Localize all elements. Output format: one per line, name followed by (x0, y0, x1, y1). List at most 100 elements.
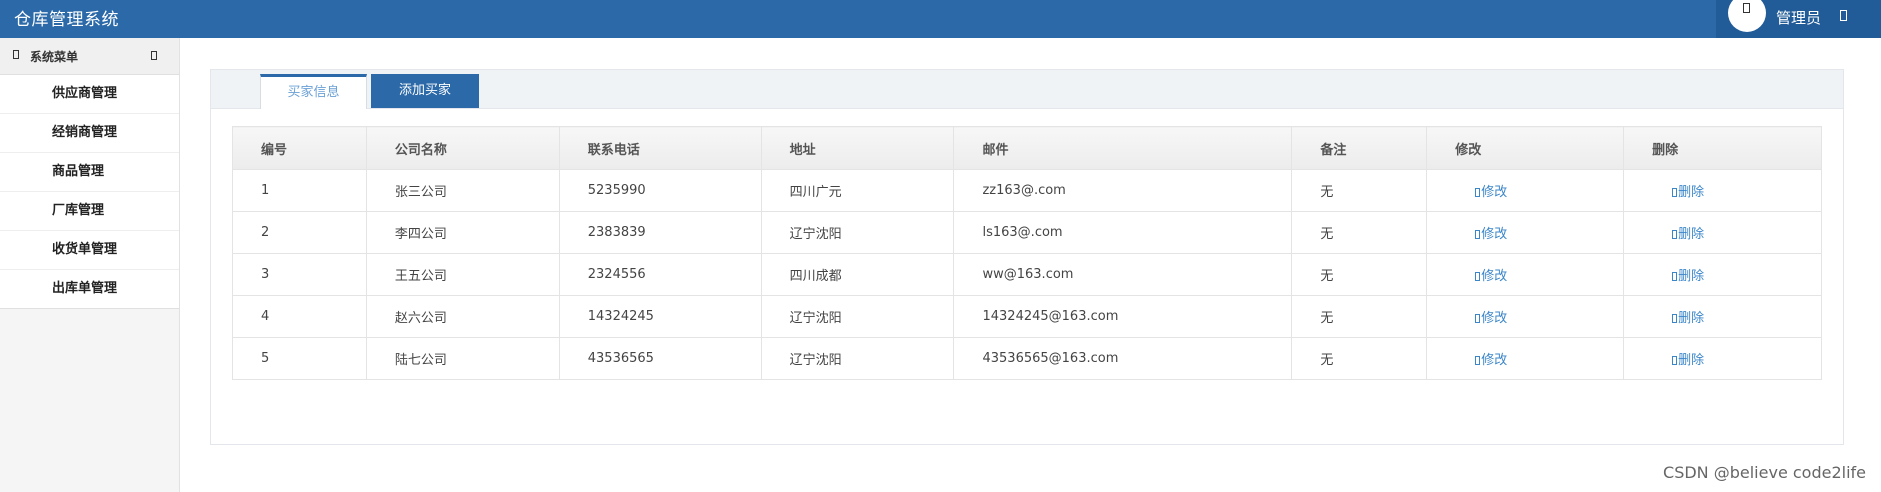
user-name[interactable]: 管理员 (1776, 7, 1821, 28)
sidebar-item-receipt[interactable]: 收货单管理 (0, 231, 179, 270)
cell-email: 43536565@163.com (953, 337, 1293, 380)
cell-company: 赵六公司 (365, 295, 560, 338)
cell-edit: 修改 (1426, 295, 1625, 338)
column-header: 备注 (1291, 126, 1428, 170)
edit-icon (1475, 356, 1481, 365)
edit-icon (1475, 188, 1481, 197)
delete-link[interactable]: 删除 (1672, 185, 1704, 200)
cell-id: 3 (232, 253, 367, 296)
tab-add-buyer[interactable]: 添加买家 (371, 74, 479, 108)
cell-phone: 43536565 (558, 337, 762, 380)
edit-icon (1475, 314, 1481, 323)
cell-note: 无 (1291, 295, 1428, 338)
cell-phone: 5235990 (558, 169, 762, 212)
edit-label: 修改 (1481, 227, 1508, 242)
edit-link[interactable]: 修改 (1475, 269, 1507, 284)
sidebar-menu: 供应商管理 经销商管理 商品管理 厂库管理 收货单管理 出库单管理 (0, 75, 179, 309)
sidebar-item-supplier[interactable]: 供应商管理 (0, 75, 179, 114)
tab-buyer-info[interactable]: 买家信息 (260, 74, 367, 109)
edit-icon (1475, 272, 1481, 281)
tab-bar: 买家信息 添加买家 (211, 70, 1843, 109)
cell-address: 辽宁沈阳 (760, 211, 955, 254)
cell-edit: 修改 (1426, 253, 1625, 296)
delete-label: 删除 (1678, 311, 1705, 326)
cell-id: 5 (232, 337, 367, 380)
table-row: 2 李四公司 2383839 辽宁沈阳 ls163@.com 无 修改 删除 (232, 211, 1822, 254)
cell-phone: 2383839 (558, 211, 762, 254)
edit-link[interactable]: 修改 (1475, 227, 1507, 242)
delete-link[interactable]: 删除 (1672, 227, 1704, 242)
cell-delete: 删除 (1623, 211, 1822, 254)
edit-link[interactable]: 修改 (1475, 353, 1507, 368)
sidebar-item-outbound[interactable]: 出库单管理 (0, 270, 179, 308)
sidebar-item-goods[interactable]: 商品管理 (0, 153, 179, 192)
cell-company: 王五公司 (365, 253, 560, 296)
avatar-icon (1743, 3, 1750, 13)
table-row: 5 陆七公司 43536565 辽宁沈阳 43536565@163.com 无 … (232, 337, 1822, 380)
table-header-row: 编号 公司名称 联系电话 地址 邮件 备注 修改 删除 (232, 126, 1822, 170)
sidebar-item-warehouse[interactable]: 厂库管理 (0, 192, 179, 231)
cell-edit: 修改 (1426, 169, 1625, 212)
column-header: 公司名称 (365, 126, 560, 170)
column-header: 删除 (1623, 126, 1822, 170)
delete-icon (1672, 188, 1678, 197)
cell-edit: 修改 (1426, 337, 1625, 380)
cell-email: ls163@.com (953, 211, 1293, 254)
cell-address: 辽宁沈阳 (760, 337, 955, 380)
column-header: 地址 (760, 126, 955, 170)
cell-company: 李四公司 (365, 211, 560, 254)
edit-label: 修改 (1481, 269, 1508, 284)
cell-email: 14324245@163.com (953, 295, 1293, 338)
cell-phone: 14324245 (558, 295, 762, 338)
cell-address: 辽宁沈阳 (760, 295, 955, 338)
delete-link[interactable]: 删除 (1672, 311, 1704, 326)
user-menu[interactable]: 管理员 (1716, 0, 1881, 38)
cell-note: 无 (1291, 211, 1428, 254)
delete-label: 删除 (1678, 185, 1705, 200)
column-header: 邮件 (953, 126, 1293, 170)
cell-delete: 删除 (1623, 169, 1822, 212)
column-header: 修改 (1426, 126, 1625, 170)
delete-icon (1672, 272, 1678, 281)
cell-id: 1 (232, 169, 367, 212)
content-panel: 买家信息 添加买家 编号 公司名称 联系电话 地址 邮件 备注 修改 删除 1 … (210, 69, 1844, 445)
delete-icon (1672, 314, 1678, 323)
top-header: 仓库管理系统 管理员 (0, 0, 1881, 38)
collapse-icon[interactable] (151, 51, 157, 60)
app-title: 仓库管理系统 (14, 10, 119, 30)
edit-icon (1475, 230, 1481, 239)
avatar[interactable] (1728, 0, 1766, 32)
delete-link[interactable]: 删除 (1672, 269, 1704, 284)
cell-delete: 删除 (1623, 337, 1822, 380)
delete-icon (1672, 356, 1678, 365)
column-header: 联系电话 (558, 126, 762, 170)
table-row: 4 赵六公司 14324245 辽宁沈阳 14324245@163.com 无 … (232, 295, 1822, 338)
delete-icon (1672, 230, 1678, 239)
cell-delete: 删除 (1623, 295, 1822, 338)
cell-address: 四川成都 (760, 253, 955, 296)
edit-link[interactable]: 修改 (1475, 185, 1507, 200)
cell-email: zz163@.com (953, 169, 1293, 212)
buyer-table: 编号 公司名称 联系电话 地址 邮件 备注 修改 删除 1 张三公司 52359… (232, 126, 1822, 380)
delete-link[interactable]: 删除 (1672, 353, 1704, 368)
menu-icon (13, 50, 19, 59)
table-row: 1 张三公司 5235990 四川广元 zz163@.com 无 修改 删除 (232, 169, 1822, 212)
edit-link[interactable]: 修改 (1475, 311, 1507, 326)
cell-id: 4 (232, 295, 367, 338)
cell-email: ww@163.com (953, 253, 1293, 296)
watermark: CSDN @believe code2life (1663, 463, 1866, 482)
cell-id: 2 (232, 211, 367, 254)
delete-label: 删除 (1678, 353, 1705, 368)
sidebar-header[interactable]: 系统菜单 (0, 38, 179, 75)
dropdown-caret-icon[interactable] (1840, 10, 1847, 21)
edit-label: 修改 (1481, 185, 1508, 200)
cell-address: 四川广元 (760, 169, 955, 212)
sidebar-header-label: 系统菜单 (30, 50, 79, 64)
cell-company: 陆七公司 (365, 337, 560, 380)
table-row: 3 王五公司 2324556 四川成都 ww@163.com 无 修改 删除 (232, 253, 1822, 296)
cell-company: 张三公司 (365, 169, 560, 212)
cell-note: 无 (1291, 253, 1428, 296)
sidebar-item-distributor[interactable]: 经销商管理 (0, 114, 179, 153)
cell-note: 无 (1291, 337, 1428, 380)
cell-delete: 删除 (1623, 253, 1822, 296)
